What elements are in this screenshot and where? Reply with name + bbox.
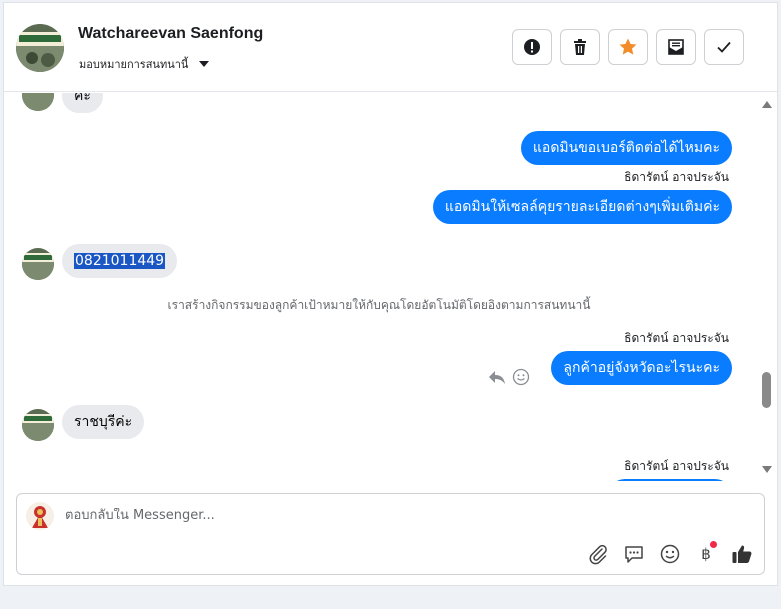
alert-icon (524, 39, 540, 55)
message-thread[interactable]: ค่ะ แอดมินขอเบอร์ติดต่อได้ไหมคะ ธิดารัตน… (4, 93, 777, 481)
assign-label: มอบหมายการสนทนานี้ (79, 58, 189, 71)
contact-avatar[interactable] (16, 24, 64, 72)
outgoing-message-partial[interactable] (608, 479, 732, 481)
contact-avatar-small (22, 93, 54, 111)
delete-button[interactable] (560, 29, 600, 65)
like-icon (732, 545, 752, 563)
incoming-message[interactable]: ราชบุรีค่ะ (62, 405, 145, 439)
mark-unread-icon (668, 39, 684, 55)
scroll-up-arrow-icon[interactable] (762, 101, 772, 108)
reply-action-icon[interactable] (488, 369, 506, 389)
attach-button[interactable] (586, 542, 610, 566)
mark-unread-button[interactable] (656, 29, 696, 65)
outgoing-message[interactable]: แอดมินให้เซลล์คุยรายละเอียดต่างๆเพิ่มเติ… (432, 190, 732, 224)
reply-composer: ฿ (16, 493, 765, 575)
assign-conversation-dropdown[interactable]: มอบหมายการสนทนานี้ (79, 55, 210, 73)
page-avatar (26, 502, 54, 530)
header-actions (512, 29, 744, 65)
saved-replies-icon (625, 546, 643, 563)
notification-dot (710, 541, 717, 548)
composer-tools: ฿ (586, 541, 754, 566)
like-button[interactable] (730, 542, 754, 566)
sender-name: ธิดารัตน์ อาจประจัน (624, 170, 729, 184)
contact-avatar-small (22, 409, 54, 441)
star-button[interactable] (608, 29, 648, 65)
outgoing-message[interactable]: แอดมินขอเบอร์ติดต่อได้ไหมคะ (520, 131, 732, 165)
scrollbar-thumb[interactable] (762, 372, 771, 408)
baht-payment-icon: ฿ (701, 545, 711, 563)
contact-avatar-small (22, 248, 54, 280)
emoji-button[interactable] (658, 542, 682, 566)
attach-icon (589, 544, 607, 565)
trash-icon (574, 39, 586, 55)
payment-button[interactable]: ฿ (694, 541, 718, 566)
sender-name: ธิดารัตน์ อาจประจัน (624, 331, 729, 345)
emoji-icon (660, 544, 680, 564)
check-icon (717, 41, 731, 53)
reply-input[interactable] (65, 508, 565, 523)
saved-replies-button[interactable] (622, 542, 646, 566)
conversation-header: Watchareevan Saenfong มอบหมายการสนทนานี้ (4, 3, 777, 92)
mark-done-button[interactable] (704, 29, 744, 65)
caret-down-icon (199, 61, 210, 67)
scroll-down-arrow-icon[interactable] (762, 466, 772, 473)
incoming-message[interactable]: ค่ะ (62, 93, 103, 113)
react-emoji-icon[interactable] (512, 368, 530, 390)
mark-spam-button[interactable] (512, 29, 552, 65)
sender-name: ธิดารัตน์ อาจประจัน (624, 459, 729, 473)
contact-name: Watchareevan Saenfong (78, 25, 264, 42)
phone-number[interactable]: 0821011449 (74, 253, 166, 269)
star-icon (619, 38, 637, 55)
system-notice: เราสร้างกิจกรรมของลูกค้าเป้าหมายให้กับคุ… (167, 298, 591, 312)
thread-scrollbar[interactable] (761, 97, 773, 477)
outgoing-message[interactable]: ลูกค้าอยู่จังหวัดอะไรนะคะ (551, 351, 732, 385)
messenger-panel: Watchareevan Saenfong มอบหมายการสนทนานี้ (3, 2, 778, 586)
incoming-message[interactable]: 0821011449 (62, 244, 178, 278)
